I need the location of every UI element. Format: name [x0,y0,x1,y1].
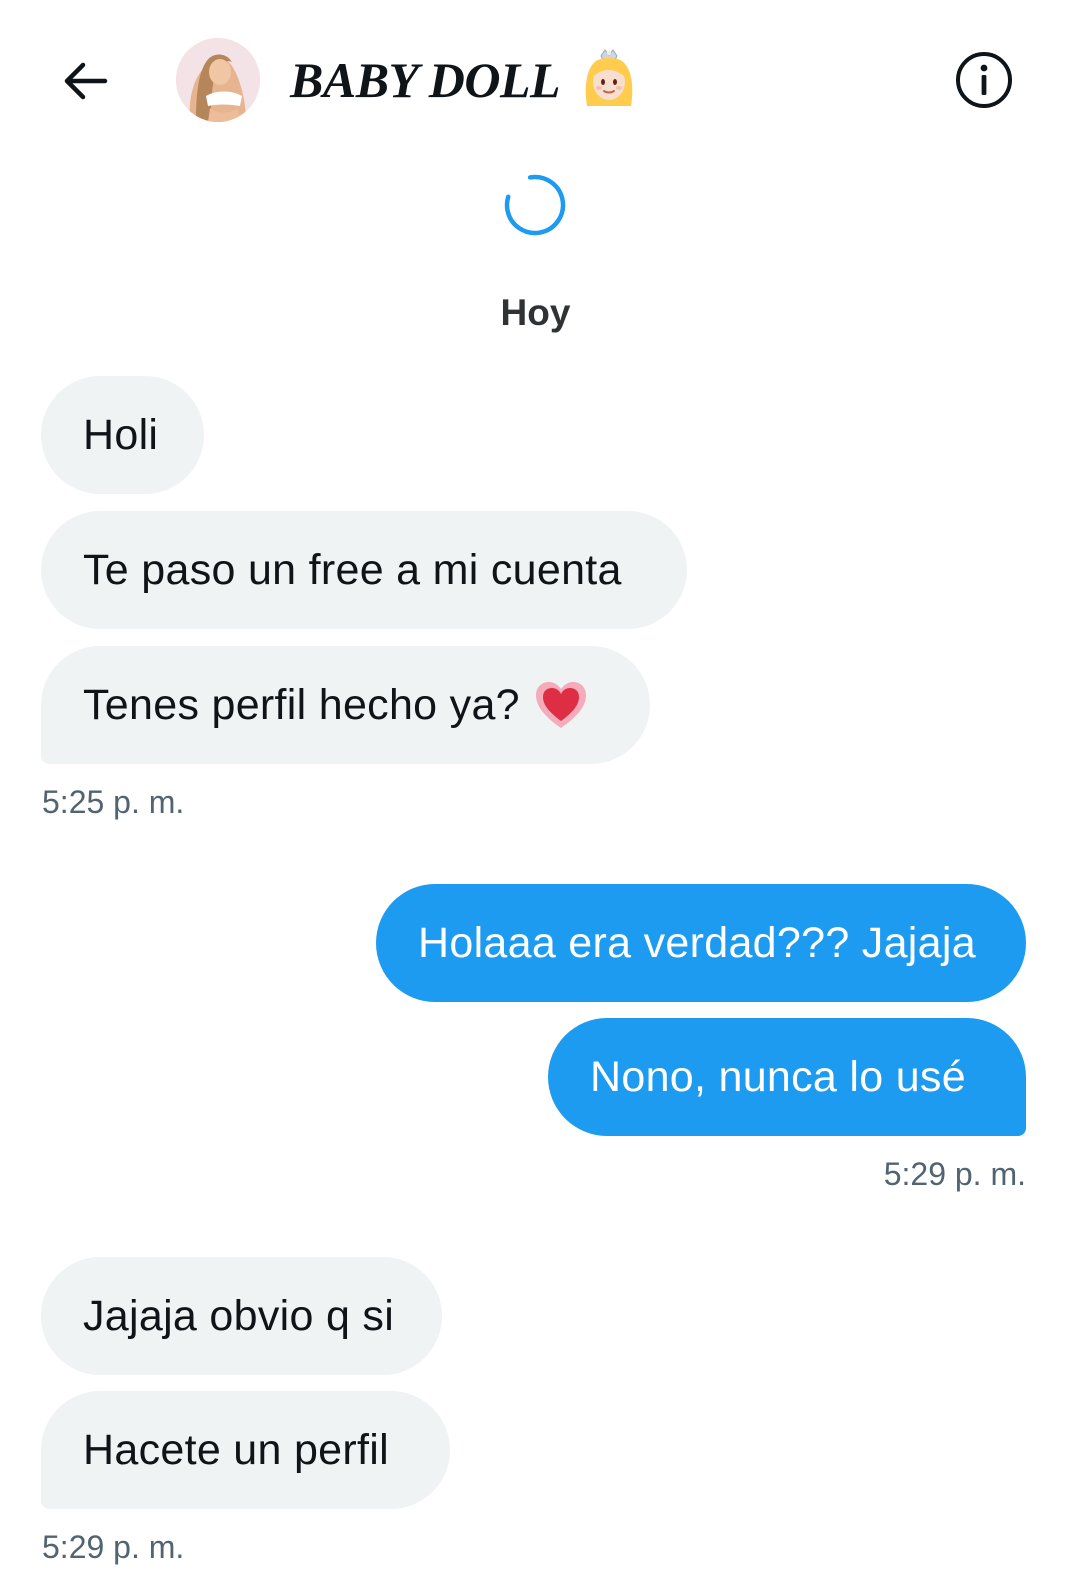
message-timestamp: 5:29 p. m. [42,1529,185,1565]
princess-emoji [585,49,633,106]
conversation-info-button[interactable] [954,50,1014,110]
incoming-message[interactable]: Tenes perfil hecho ya? [41,646,650,764]
outgoing-message[interactable]: Nono, nunca lo usé [548,1018,1026,1136]
loading-spinner-icon [504,174,566,236]
avatar-illustration [176,38,260,122]
message-timestamp: 5:29 p. m. [883,1156,1026,1192]
arrow-left-icon [64,62,108,100]
day-divider: Hoy [500,292,571,333]
info-icon [956,52,1012,108]
incoming-message[interactable]: Te paso un free a mi cuenta [41,511,687,629]
message-text: Hacete un perfil [83,1425,389,1474]
avatar[interactable] [176,38,260,122]
back-button[interactable] [56,52,114,110]
incoming-message[interactable]: Jajaja obvio q si [41,1257,442,1375]
incoming-message[interactable]: Holi [41,376,204,494]
message-text: Te paso un free a mi cuenta [83,545,622,594]
message-text: Holi [83,410,159,459]
message-text: Jajaja obvio q si [83,1291,395,1340]
message-text: Holaaa era verdad??? Jajaja [418,918,976,967]
outgoing-message[interactable]: Holaaa era verdad??? Jajaja [376,884,1026,1002]
message-timestamp: 5:25 p. m. [42,784,185,820]
incoming-message[interactable]: Hacete un perfil [41,1391,450,1509]
message-text: Nono, nunca lo usé [590,1052,966,1101]
growing-heart-emoji [535,682,586,728]
conversation-title[interactable]: BABY DOLL [290,50,561,110]
conversation-header: BABY DOLL [0,0,1080,160]
message-text: Tenes perfil hecho ya? [83,680,520,729]
